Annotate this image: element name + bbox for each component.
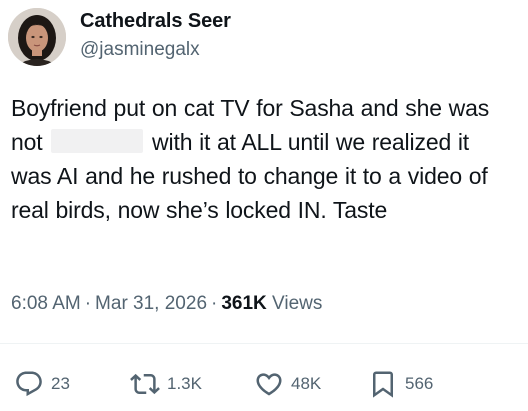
bookmark-icon [368, 369, 398, 399]
avatar[interactable] [8, 8, 66, 66]
views-label[interactable]: Views [272, 293, 322, 314]
repost-button[interactable]: 1.3K [130, 362, 202, 406]
reply-button[interactable]: 23 [14, 362, 70, 406]
avatar-photo-icon [8, 8, 66, 66]
repost-icon [130, 369, 160, 399]
tweet-card: Cathedrals Seer @jasminegalx Boyfriend p… [0, 0, 528, 411]
repost-count: 1.3K [167, 374, 202, 393]
tweet-text: Boyfriend put on cat TV for Sasha and sh… [11, 91, 516, 227]
like-count: 48K [291, 374, 322, 393]
action-bar: 23 1.3K 48K 566 [0, 362, 528, 410]
tweet-meta: 6:08 AM · Mar 31, 2026 · 361K Views [11, 293, 322, 315]
reply-count: 23 [51, 374, 70, 393]
timestamp-date[interactable]: Mar 31, 2026 [95, 293, 207, 314]
meta-separator: · [211, 293, 218, 314]
bookmark-count: 566 [405, 374, 434, 393]
reply-icon [14, 369, 44, 399]
views-count[interactable]: 361K [221, 293, 266, 314]
divider [0, 343, 528, 344]
like-button[interactable]: 48K [254, 362, 321, 406]
heart-icon [254, 369, 284, 399]
redaction-box [51, 129, 144, 153]
meta-separator: · [84, 293, 92, 314]
display-name[interactable]: Cathedrals Seer [80, 10, 231, 33]
bookmark-button[interactable]: 566 [368, 362, 433, 406]
timestamp-time[interactable]: 6:08 AM [11, 293, 81, 314]
handle[interactable]: @jasminegalx [80, 39, 200, 61]
